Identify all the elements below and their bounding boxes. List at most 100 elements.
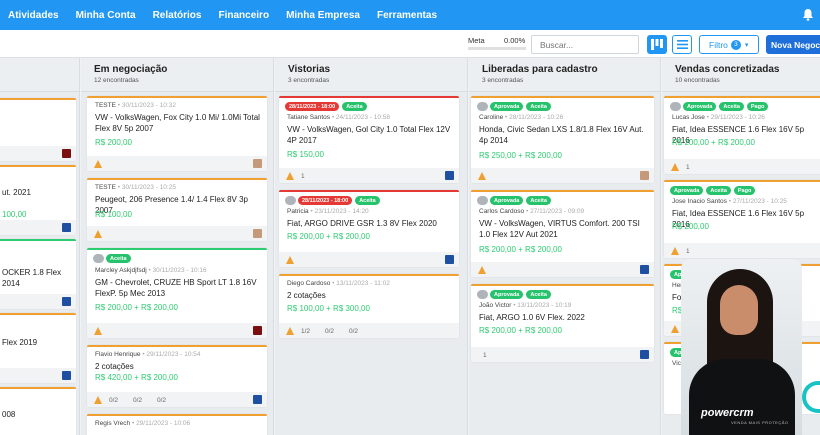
approved-badge: Aprovada xyxy=(490,102,524,111)
column-header xyxy=(0,58,79,92)
column-header: Vendas concretizadas 10 encontradas xyxy=(662,58,820,92)
warning-icon xyxy=(94,160,102,168)
warning-icon xyxy=(671,325,679,333)
search-input[interactable] xyxy=(531,35,639,54)
deal-card[interactable]: TESTE • 30/11/2023 - 10:32 VW - VolksWag… xyxy=(87,96,267,171)
status-badge: Aceita xyxy=(526,196,551,205)
powercrm-tagline: VENDA MAIS PROTEÇÃO xyxy=(731,420,789,425)
deal-card[interactable]: ut. 2021 100,00 xyxy=(0,165,76,235)
paid-badge: Pago xyxy=(733,186,756,195)
stat-chat: 0/2 xyxy=(157,397,167,404)
warning-icon xyxy=(286,256,294,264)
goal-value: 0.00% xyxy=(504,36,526,45)
deal-card[interactable]: Flavio Henrique • 29/11/2023 - 10:54 2 c… xyxy=(87,345,267,407)
nav-item-relatorios[interactable]: Relatórios xyxy=(153,10,202,21)
deal-card[interactable]: Aprovada Aceita João Victor • 13/11/2023 … xyxy=(471,284,654,362)
deal-card[interactable]: Aprovada Aceita Pago Lucas Jose • 29/11/20… xyxy=(664,96,820,174)
warning-icon xyxy=(94,396,102,404)
brand-icon xyxy=(62,297,71,306)
approved-badge: Aprovada xyxy=(683,102,717,111)
column-previous: ut. 2021 100,00 OCKER 1.8 Flex 2014 Flex… xyxy=(0,58,80,435)
kanban-view-button[interactable] xyxy=(647,35,667,54)
column-vistorias: Vistorias 3 encontradas 28/11/2023 - 18:… xyxy=(275,58,468,435)
column-title: Liberadas para cadastro xyxy=(482,64,598,75)
deal-card[interactable]: 28/11/2023 - 18:00 Aceita Tatiane Santos … xyxy=(279,96,459,183)
deal-card[interactable]: Flex 2019 xyxy=(0,313,76,383)
warning-icon xyxy=(478,172,486,180)
stat-cars: 1/2 xyxy=(301,328,311,335)
column-title: Vistorias xyxy=(288,64,331,75)
column-header: Em negociação 12 encontradas xyxy=(81,58,273,92)
status-badge: Aceita xyxy=(355,196,380,205)
warning-icon xyxy=(671,163,679,171)
column-header: Vistorias 3 encontradas xyxy=(275,58,467,92)
deal-card[interactable]: TESTE • 30/11/2023 - 10:25 Peugeot, 206 … xyxy=(87,178,267,241)
warning-icon xyxy=(286,327,294,335)
goal-label: Meta xyxy=(468,36,485,45)
deal-card[interactable]: 28/11/2023 - 18:00 Aceita Patricia • 23/1… xyxy=(279,190,459,267)
deadline-badge: 28/11/2023 - 18:00 xyxy=(285,102,340,111)
approved-badge: Aprovada xyxy=(490,196,524,205)
deal-card[interactable]: OCKER 1.8 Flex 2014 xyxy=(0,239,76,309)
column-title: Vendas concretizadas xyxy=(675,64,780,75)
status-badge: Aceita xyxy=(706,186,731,195)
stat-history: 1 xyxy=(686,164,690,171)
nav-item-atividades[interactable]: Atividades xyxy=(8,10,59,21)
presenter-video-overlay: powercrm VENDA MAIS PROTEÇÃO xyxy=(681,259,802,435)
deadline-badge: 28/11/2023 - 18:00 xyxy=(298,196,353,205)
column-count: 12 encontradas xyxy=(94,77,139,84)
status-badge: Aceita xyxy=(526,102,551,111)
column-count: 10 encontradas xyxy=(675,77,720,84)
filter-button[interactable]: Filtro 3 ▾ xyxy=(699,35,759,54)
bell-icon[interactable] xyxy=(802,8,814,21)
brand-icon xyxy=(640,350,649,359)
deal-card[interactable]: Aprovada Aceita Pago Jose Inacio Santos • … xyxy=(664,180,820,258)
column-em-negociacao: Em negociação 12 encontradas TESTE • 30/… xyxy=(81,58,274,435)
nav-item-minha-empresa[interactable]: Minha Empresa xyxy=(286,10,360,21)
stat-cars: 0/2 xyxy=(109,397,119,404)
stat-docs: 0/2 xyxy=(133,397,143,404)
stat-chat: 0/2 xyxy=(349,328,359,335)
deal-card[interactable]: Aprovada Aceita Carlos Cardoso • 27/11/20… xyxy=(471,190,654,277)
top-navbar: Atividades Minha Conta Relatórios Financ… xyxy=(0,0,820,30)
warning-icon xyxy=(671,247,679,255)
deal-card[interactable]: 008 xyxy=(0,387,76,435)
stat-history: 1 xyxy=(483,352,487,359)
brand-icon xyxy=(62,223,71,232)
filter-count-badge: 3 xyxy=(730,39,741,50)
warning-icon xyxy=(478,266,486,274)
list-view-button[interactable] xyxy=(672,35,692,54)
brand-icon xyxy=(445,255,454,264)
avatar xyxy=(253,159,262,168)
nav-item-ferramentas[interactable]: Ferramentas xyxy=(377,10,437,21)
filter-label: Filtro xyxy=(709,39,728,50)
toolbar: Meta 0.00% Filtro 3 ▾ Nova Negociação xyxy=(0,30,820,58)
brand-icon xyxy=(62,149,71,158)
deal-card[interactable]: Regis Vrech • 29/11/2023 - 10:06 xyxy=(87,414,267,435)
brand-icon xyxy=(253,326,262,335)
avatar xyxy=(253,229,262,238)
warning-icon xyxy=(286,172,294,180)
column-count: 3 encontradas xyxy=(482,77,524,84)
approved-badge: Aprovada xyxy=(670,186,704,195)
approved-badge: Aprovada xyxy=(490,290,524,299)
warning-icon xyxy=(94,327,102,335)
deal-card[interactable]: Aprovada Aceita Caroline • 28/11/2023 - 1… xyxy=(471,96,654,183)
new-deal-button[interactable]: Nova Negociação xyxy=(766,35,820,54)
chevron-down-icon: ▾ xyxy=(744,41,749,49)
nav-item-minha-conta[interactable]: Minha Conta xyxy=(76,10,136,21)
brand-icon xyxy=(445,171,454,180)
stat-docs: 0/2 xyxy=(325,328,335,335)
deal-card[interactable]: Aceita Marcley Askjdjfsdj • 30/11/2023 -… xyxy=(87,248,267,338)
brand-icon xyxy=(640,265,649,274)
status-badge: Aceita xyxy=(342,102,367,111)
column-count: 3 encontradas xyxy=(288,77,330,84)
column-header: Liberadas para cadastro 3 encontradas xyxy=(469,58,660,92)
paid-badge: Pago xyxy=(746,102,769,111)
nav-item-financeiro[interactable]: Financeiro xyxy=(218,10,269,21)
column-title: Em negociação xyxy=(94,64,168,75)
list-icon xyxy=(676,40,688,49)
deal-card[interactable]: Diego Cardoso • 13/11/2023 - 11:02 2 cot… xyxy=(279,274,459,338)
deal-card[interactable] xyxy=(0,98,76,161)
status-badge: Aceita xyxy=(719,102,744,111)
